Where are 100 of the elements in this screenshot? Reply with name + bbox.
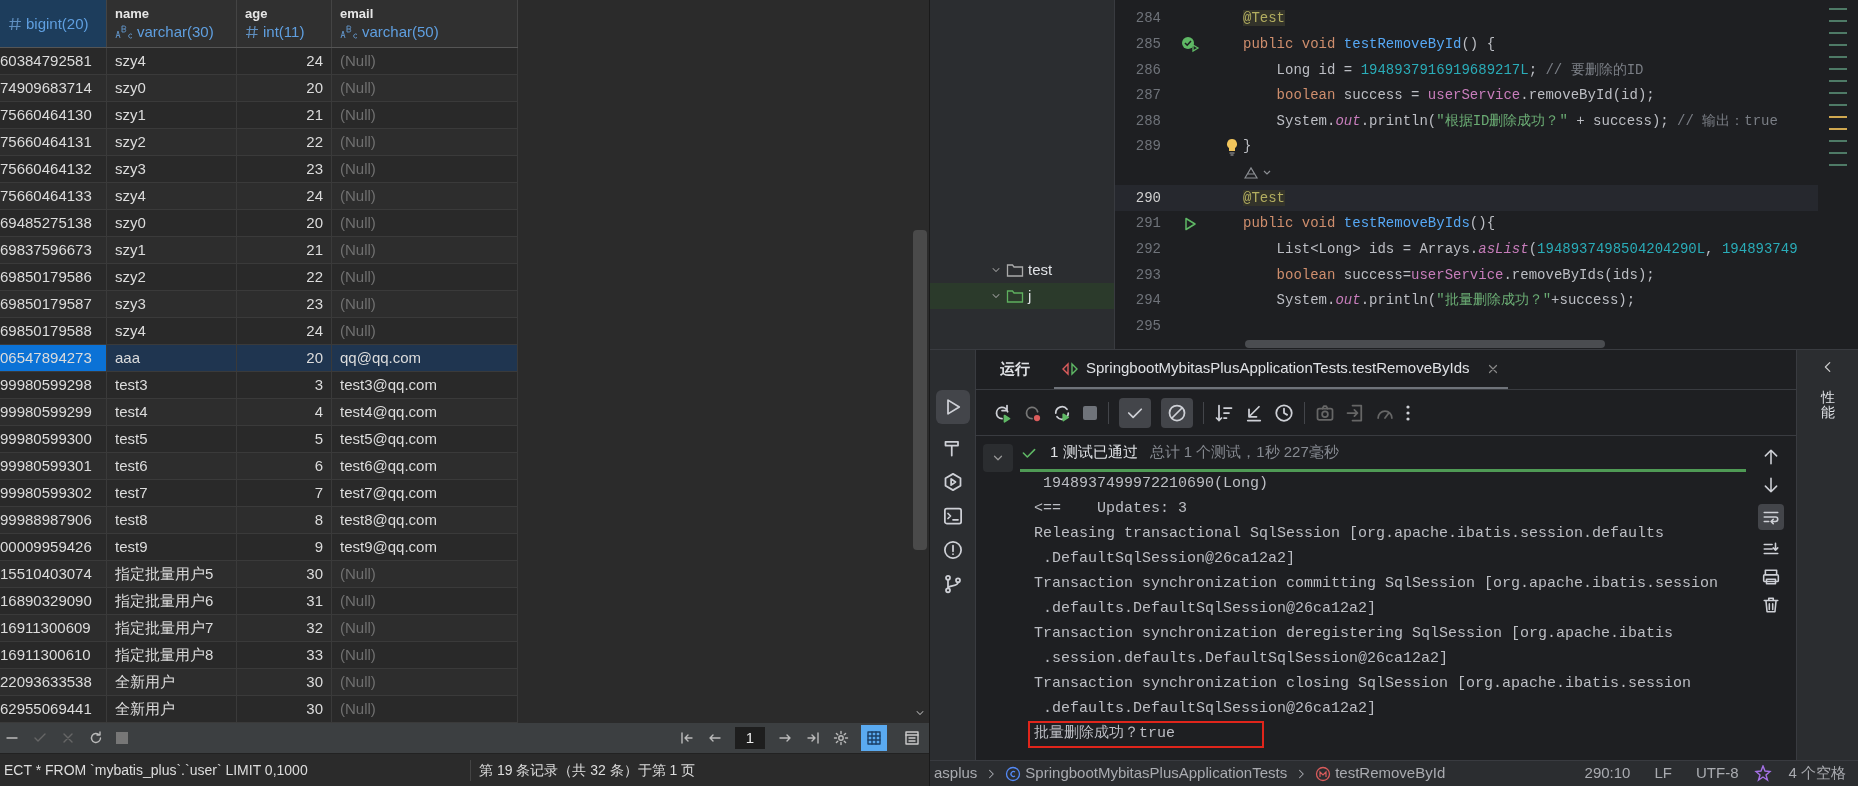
sort-icon[interactable] [1214,402,1234,423]
table-row[interactable]: 16911300609 指定批量用户7 32 (Null) [0,615,518,642]
column-header[interactable]: name varchar(30) [107,0,237,47]
line-ending[interactable]: LF [1646,762,1680,785]
more-options-icon[interactable] [1405,403,1411,422]
table-cell: 20 [237,210,332,236]
cursor-position[interactable]: 290:10 [1576,762,1639,785]
horizontal-scrollbar[interactable] [1245,340,1605,349]
table-cell: 22093633538 [0,669,107,695]
side-panel-tab[interactable]: 性能 [1820,390,1835,421]
arrow-up-icon[interactable] [1762,448,1780,466]
table-cell: szy2 [107,129,237,155]
table-row[interactable]: 99980599300 test5 5 test5@qq.com [0,426,518,453]
table-row[interactable]: 69837596673 szy1 21 (Null) [0,237,518,264]
import-icon[interactable] [1345,402,1365,423]
print-icon[interactable] [1762,568,1780,586]
terminal-icon[interactable] [942,506,963,526]
run-tool-button[interactable] [935,390,970,424]
run-icon[interactable] [1182,215,1198,232]
table-cell: 5 [237,426,332,452]
problems-icon[interactable] [942,540,963,560]
table-row[interactable]: 16911300610 指定批量用户8 33 (Null) [0,642,518,669]
breadcrumb[interactable]: SpringbootMybitasPlusApplicationTests [1005,762,1288,785]
table-cell: qq@qq.com [332,345,518,371]
table-cell: szy0 [107,75,237,101]
first-page-icon[interactable] [679,730,695,746]
table-row[interactable]: 60384792581 szy4 24 (Null) [0,48,518,75]
table-row[interactable]: 00009959426 test9 9 test9@qq.com [0,534,518,561]
test-passed-run-icon[interactable] [1180,35,1200,54]
table-row[interactable]: 16890329090 指定批量用户6 31 (Null) [0,588,518,615]
show-passed-button[interactable] [1119,397,1151,428]
table-row[interactable]: 22093633538 全新用户 30 (Null) [0,669,518,696]
table-cell: 74909683714 [0,75,107,101]
table-row[interactable]: 69850179586 szy2 22 (Null) [0,264,518,291]
table-row[interactable]: 99980599302 test7 7 test7@qq.com [0,480,518,507]
star-icon[interactable] [1754,764,1773,783]
table-cell: 20 [237,75,332,101]
light-bulb-icon[interactable] [1225,137,1239,156]
line-number: 290 [1135,189,1161,206]
table-cell: 69850179588 [0,318,107,344]
column-header[interactable]: age int(11) [237,0,332,47]
table-row[interactable]: 75660464132 szy3 23 (Null) [0,156,518,183]
table-row[interactable]: 99980599298 test3 3 test3@qq.com [0,372,518,399]
hexagon-play-icon[interactable] [942,472,963,492]
console-line: Transaction synchronization committing SqlSession [org.apache.ibatis.session [1034,574,1719,595]
console-line: Releasing transactional SqlSession [org.apache.ibatis.session.defaults [1034,524,1665,545]
table-row[interactable]: 99980599301 test6 6 test6@qq.com [0,453,518,480]
table-row[interactable]: 75660464133 szy4 24 (Null) [0,183,518,210]
tree-item[interactable]: j [930,283,1114,309]
table-cell: test5@qq.com [332,426,518,452]
column-name: age [245,5,269,22]
column-header[interactable]: email varchar(50) [332,0,518,47]
stop-icon[interactable] [1082,404,1098,421]
branch-icon[interactable] [942,574,963,594]
soft-wrap-button[interactable] [1758,504,1784,530]
record-info: 第 19 条记录（共 32 条）于第 1 页 [470,759,704,781]
table-cell: 69850179586 [0,264,107,290]
table-row[interactable]: 69485275138 szy0 20 (Null) [0,210,518,237]
column-type: int(11) [263,21,305,42]
table-row[interactable]: 06547894273 aaa 20 qq@qq.com [0,345,518,372]
table-row[interactable]: 69850179587 szy3 23 (Null) [0,291,518,318]
file-encoding[interactable]: UTF-8 [1688,762,1747,785]
arrow-down-icon[interactable] [1762,476,1780,494]
table-row[interactable]: 62955069441 全新用户 30 (Null) [0,696,518,723]
refresh-icon[interactable] [88,730,104,746]
last-page-icon[interactable] [805,730,821,746]
table-row[interactable]: 99980599299 test4 4 test4@qq.com [0,399,518,426]
settings-icon[interactable] [833,730,849,746]
table-row[interactable]: 75660464131 szy2 22 (Null) [0,129,518,156]
table-cell: test4 [107,399,237,425]
line-number: 284 [1135,10,1161,27]
table-row[interactable]: 75660464130 szy1 21 (Null) [0,102,518,129]
table-cell: test3@qq.com [332,372,518,398]
page-field[interactable]: 1 [735,727,765,749]
table-cell: (Null) [332,129,518,155]
camera-icon[interactable] [1315,402,1335,423]
show-ignored-button[interactable] [1161,397,1193,428]
tree-item[interactable]: test [930,257,1114,283]
breadcrumb[interactable]: asplus [934,762,978,785]
line-number: 292 [1135,240,1161,257]
table-row[interactable]: 74909683714 szy0 20 (Null) [0,75,518,102]
test-summary: 总计 1 个测试，1秒 227毫秒 [1149,442,1339,463]
table-cell: 99980599301 [0,453,107,479]
console-line: .DefaultSqlSession@26ca12a2] [1042,549,1296,570]
table-row[interactable]: 69850179588 szy4 24 (Null) [0,318,518,345]
grid-view-button[interactable] [861,725,887,751]
breadcrumb[interactable]: testRemoveById [1315,762,1446,785]
table-row[interactable]: 15510403074 指定批量用户5 30 (Null) [0,561,518,588]
indent-setting[interactable]: 4 个空格 [1780,762,1854,785]
column-header[interactable]: bigint(20) [0,0,107,47]
console-line: .defaults.DefaultSqlSession@26ca12a2] [1042,699,1377,720]
trash-icon[interactable] [1762,596,1780,614]
code-line: public void testRemoveByIds(){ [1243,214,1496,234]
clock-icon[interactable] [1274,402,1294,423]
table-row[interactable]: 99988987906 test8 8 test8@qq.com [0,507,518,534]
run-tab[interactable]: SpringbootMybitasPlusApplicationTests.testRemoveByIds [1054,350,1508,389]
table-cell: test7@qq.com [332,480,518,506]
table-cell: 7 [237,480,332,506]
table-cell: szy4 [107,318,237,344]
code-line: boolean success=userService.removeByIds(ids); [1275,265,1655,285]
